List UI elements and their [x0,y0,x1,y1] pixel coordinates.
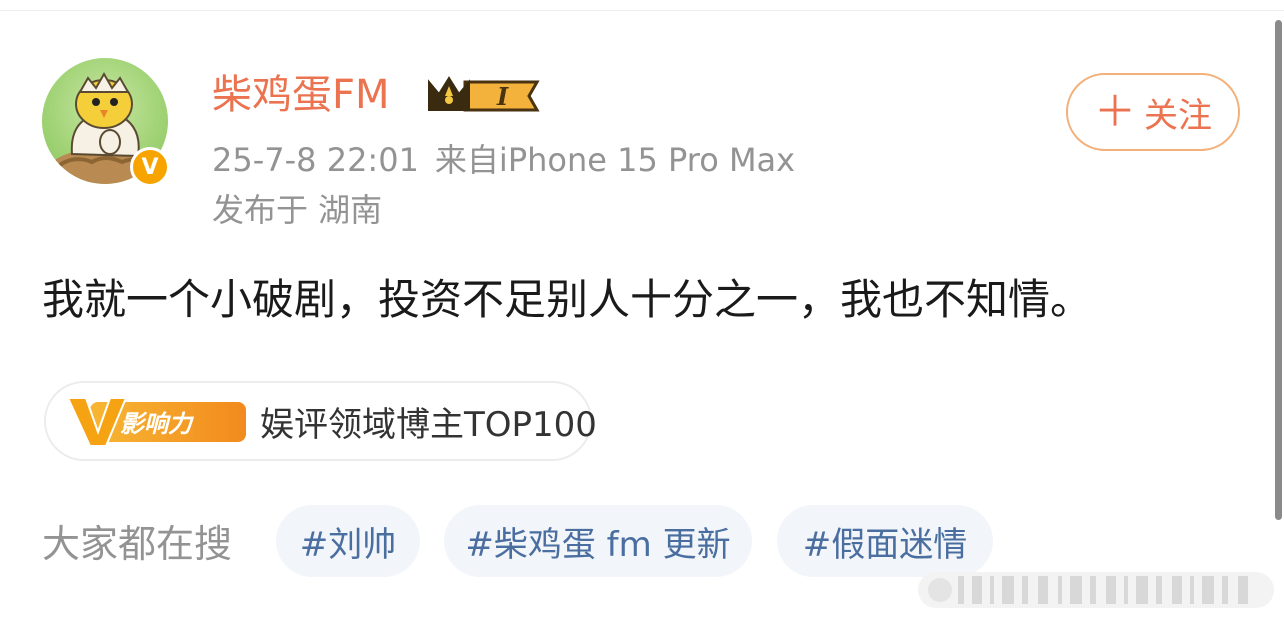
influence-tag[interactable]: 影响力 娱评领域博主TOP100 [44,381,597,461]
influence-logo-text: 影响力 [120,410,195,438]
verified-badge: V [130,147,170,187]
follow-label: 关注 [1144,95,1212,136]
crown-icon: I [428,76,540,112]
scrollbar[interactable] [1275,20,1282,520]
watermark-pattern [918,572,1274,608]
hot-search-tag[interactable]: #假面迷情 [777,505,993,577]
influence-badge-icon: 影响力 [66,397,246,447]
username[interactable]: 柴鸡蛋FM [212,70,390,120]
post-text: 我就一个小破剧，投资不足别人十分之一，我也不知情。 [42,275,1093,324]
post-source: 来自iPhone 15 Pro Max [434,141,796,179]
follow-button[interactable]: ＋ 关注 [1066,73,1240,151]
influence-label: 娱评领域博主TOP100 [260,404,597,445]
hot-search-tag[interactable]: #刘帅 [276,505,420,577]
hot-search-tag[interactable]: #柴鸡蛋 fm 更新 [444,505,752,577]
hot-search-label: 大家都在搜 [42,522,233,566]
watermark [918,568,1274,612]
post-meta: 25-7-8 22:01 来自iPhone 15 Pro Max [212,140,811,180]
post-timestamp[interactable]: 25-7-8 22:01 [212,141,419,179]
influence-logo: 影响力 [64,392,248,450]
plus-icon: ＋ [1093,87,1136,136]
member-crown-badge[interactable]: I [425,72,541,122]
member-level-text: I [496,82,509,111]
post-location: 发布于 湖南 [212,191,383,229]
top-divider [0,10,1284,11]
